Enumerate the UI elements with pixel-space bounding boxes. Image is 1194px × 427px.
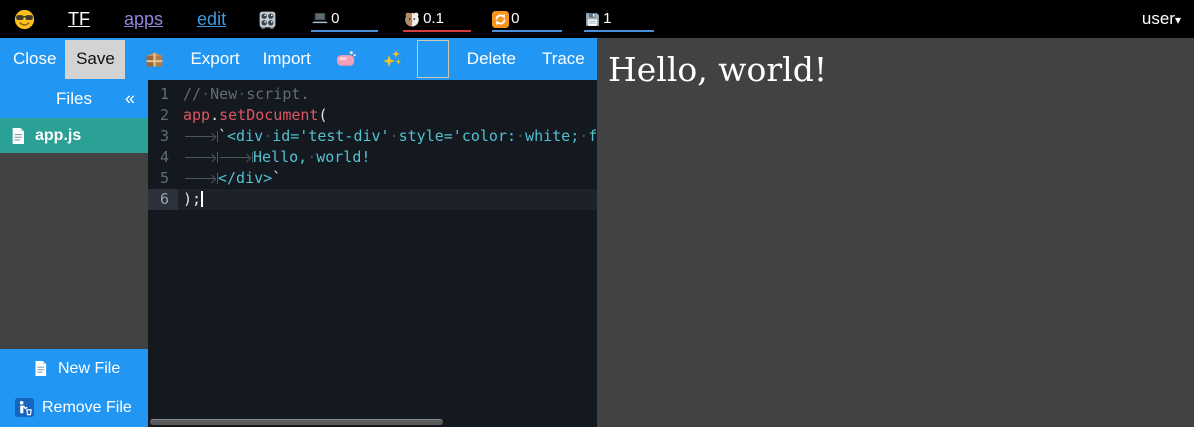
caret-down-icon: ▾: [1175, 13, 1181, 27]
code-token: <div: [227, 127, 263, 145]
remove-file-label: Remove File: [42, 399, 132, 417]
saves-metric-field[interactable]: 1: [584, 6, 654, 32]
file-icon: [10, 127, 26, 145]
files-sidebar: Files « app.js New File: [0, 80, 148, 427]
code-token: (: [318, 106, 327, 124]
line-number[interactable]: 5: [148, 168, 178, 189]
code-token: style='color:: [399, 127, 516, 145]
delete-button[interactable]: Delete: [467, 49, 516, 69]
line-number[interactable]: 4: [148, 147, 178, 168]
code-token: New: [210, 85, 237, 103]
code-token: ·: [263, 127, 272, 145]
code-line-content: Hello,·world!: [178, 147, 597, 168]
code-line-content: );: [178, 189, 597, 210]
code-token: id='test-div': [272, 127, 389, 145]
file-item-appjs[interactable]: app.js: [0, 118, 148, 153]
metric-value: 0.1: [423, 10, 444, 28]
code-line[interactable]: 4Hello,·world!: [148, 147, 597, 168]
code-token: //: [183, 85, 201, 103]
remove-file-button[interactable]: Remove File: [0, 388, 148, 427]
laptop-icon: [311, 10, 329, 28]
line-number[interactable]: 2: [148, 105, 178, 126]
code-token: </div>: [218, 169, 272, 187]
editor-toolbar: Close Save Export Import Delete Trace: [0, 38, 597, 80]
metric-value: 0: [511, 10, 519, 28]
line-number[interactable]: 6: [148, 189, 178, 210]
new-file-icon: [33, 360, 48, 377]
text-cursor: [201, 191, 203, 207]
sparkles-icon[interactable]: [382, 49, 402, 69]
files-header: Files «: [0, 80, 148, 118]
code-line-content: //·New·script.: [178, 84, 597, 105]
code-line[interactable]: 5</div>`: [148, 168, 597, 189]
file-tree-area[interactable]: [0, 153, 148, 349]
line-number[interactable]: 1: [148, 84, 178, 105]
brand-link[interactable]: TF: [68, 9, 90, 30]
code-editor[interactable]: 1//·New·script.2app.setDocument(3`<div·i…: [148, 80, 597, 427]
code-token: app: [183, 106, 210, 124]
file-name: app.js: [35, 127, 81, 145]
code-line[interactable]: 1//·New·script.: [148, 84, 597, 105]
hamster-icon: [403, 10, 421, 28]
code-line-content: app.setDocument(: [178, 105, 597, 126]
code-token: f: [588, 127, 597, 145]
code-line[interactable]: 3`<div·id='test-div'·style='color:·white…: [148, 126, 597, 147]
collapse-sidebar-button[interactable]: «: [125, 89, 135, 110]
files-title: Files: [56, 89, 92, 109]
preview-pane: Hello, world!: [597, 38, 1194, 427]
code-token: );: [183, 190, 201, 208]
trace-button[interactable]: Trace: [542, 49, 585, 69]
floppy-disk-icon: [584, 11, 601, 28]
code-token: Hello,: [253, 148, 307, 166]
code-token: ·: [516, 127, 525, 145]
code-token: setDocument: [219, 106, 318, 124]
code-token: `: [272, 169, 281, 187]
tab-marker-icon: [183, 150, 218, 164]
import-button[interactable]: Import: [263, 49, 311, 69]
code-token: script.: [246, 85, 309, 103]
metric-value: 0: [331, 10, 339, 28]
new-file-button[interactable]: New File: [0, 349, 148, 388]
sunglasses-face-icon[interactable]: [14, 9, 35, 30]
code-token: ·: [390, 127, 399, 145]
refresh-icon: [492, 11, 509, 28]
code-token: world!: [316, 148, 370, 166]
memory-metric-field[interactable]: 0.1: [403, 6, 471, 32]
apps-link[interactable]: apps: [124, 9, 163, 30]
code-rows: 1//·New·script.2app.setDocument(3`<div·i…: [148, 84, 597, 210]
color-box-input[interactable]: [417, 40, 449, 78]
cpu-metric-field[interactable]: 0: [311, 6, 378, 32]
code-line-content: `<div·id='test-div'·style='color:·white;…: [178, 126, 597, 147]
soap-icon[interactable]: [335, 49, 358, 69]
preview-text: Hello, world!: [597, 38, 1194, 89]
code-token: ·: [307, 148, 316, 166]
tab-marker-icon: [183, 171, 218, 185]
tab-marker-icon: [218, 150, 253, 164]
code-token: ·: [201, 85, 210, 103]
line-number[interactable]: 3: [148, 126, 178, 147]
code-token: ·: [237, 85, 246, 103]
export-button[interactable]: Export: [190, 49, 239, 69]
save-button[interactable]: Save: [65, 40, 125, 79]
code-line-content: </div>`: [178, 168, 597, 189]
horizontal-scrollbar[interactable]: [150, 419, 443, 425]
code-token: .: [210, 106, 219, 124]
top-bar: TF apps edit 0: [0, 0, 1194, 38]
new-file-label: New File: [58, 360, 120, 378]
code-line[interactable]: 6);: [148, 189, 597, 210]
code-token: white;: [525, 127, 579, 145]
control-knobs-icon[interactable]: [257, 9, 278, 30]
code-line[interactable]: 2app.setDocument(: [148, 105, 597, 126]
code-token: `: [218, 127, 227, 145]
user-menu-label: user: [1142, 9, 1175, 28]
metric-value: 1: [603, 10, 611, 28]
code-token: ·: [579, 127, 588, 145]
package-icon[interactable]: [144, 49, 165, 70]
tab-marker-icon: [183, 129, 218, 143]
close-button[interactable]: Close: [13, 49, 56, 69]
edit-link[interactable]: edit: [197, 9, 226, 30]
user-menu[interactable]: user▾: [1142, 9, 1181, 29]
remove-file-icon: [15, 398, 34, 417]
refresh-metric-field[interactable]: 0: [492, 6, 562, 32]
